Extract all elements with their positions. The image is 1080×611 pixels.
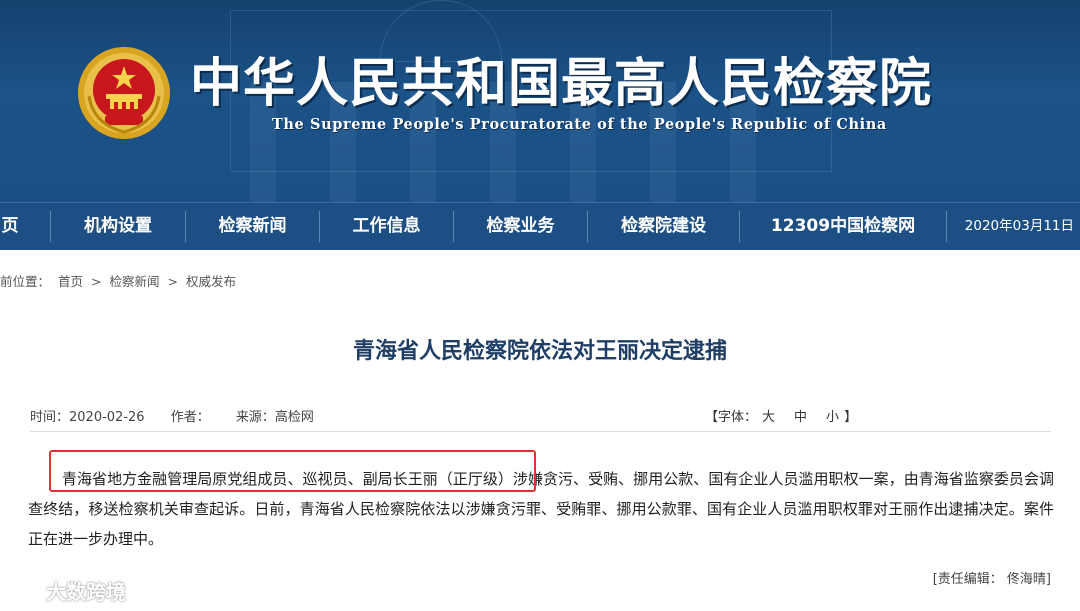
nav-item-organization[interactable]: 机构设置: [51, 203, 185, 250]
breadcrumb-prefix: 前位置：: [0, 274, 51, 289]
font-size-small-button[interactable]: 小: [826, 410, 839, 425]
divider: [30, 431, 1051, 432]
article-meta: 时间：2020-02-26 作者： 来源：高检网: [30, 406, 336, 425]
font-size-medium-button[interactable]: 中: [794, 410, 807, 425]
national-emblem-icon[interactable]: [77, 46, 171, 140]
breadcrumb-item-news[interactable]: 检察新闻: [109, 274, 159, 289]
font-size-label: 【字体：: [705, 410, 758, 425]
font-size-controls: 【字体： 大 中 小】: [705, 406, 857, 425]
highlight-annotation-box: [49, 450, 536, 492]
main-nav: 页 机构设置 检察新闻 工作信息 检察业务 检察院建设 12309中国检察网 2…: [0, 202, 1080, 250]
author: 作者：: [170, 410, 210, 425]
breadcrumb-item-release[interactable]: 权威发布: [186, 274, 236, 289]
watermark-text: 大数跨境: [46, 580, 126, 604]
source: 来源：高检网: [235, 410, 314, 425]
breadcrumb-separator: >: [91, 274, 102, 289]
site-subtitle: The Supreme People's Procuratorate of th…: [272, 116, 887, 133]
nav-item-business[interactable]: 检察业务: [454, 203, 587, 250]
nav-item-home[interactable]: 页: [0, 203, 20, 250]
watermark: 大数跨境: [8, 576, 126, 605]
publish-time: 时间：2020-02-26: [30, 410, 145, 425]
nav-item-construction[interactable]: 检察院建设: [588, 203, 739, 250]
nav-date: 2020年03月11日: [964, 218, 1074, 234]
nav-item-work-info[interactable]: 工作信息: [320, 203, 453, 250]
breadcrumb-item-home[interactable]: 首页: [58, 274, 83, 289]
nav-item-news[interactable]: 检察新闻: [186, 203, 319, 250]
breadcrumb: 前位置： 首页 > 检察新闻 > 权威发布: [0, 271, 240, 290]
article-title: 青海省人民检察院依法对王丽决定逮捕: [352, 338, 727, 364]
weibo-logo-icon: [10, 579, 40, 603]
responsible-editor: [责任编辑： 佟海晴]: [932, 572, 1051, 587]
site-title: 中华人民共和国最高人民检察院: [190, 53, 933, 114]
breadcrumb-separator: >: [167, 274, 178, 289]
font-size-large-button[interactable]: 大: [762, 410, 775, 425]
nav-divider: [946, 211, 947, 242]
site-header: 中华人民共和国最高人民检察院 The Supreme People's Proc…: [0, 0, 1080, 202]
font-size-end: 】: [844, 410, 858, 425]
nav-item-12309[interactable]: 12309中国检察网: [740, 203, 946, 250]
